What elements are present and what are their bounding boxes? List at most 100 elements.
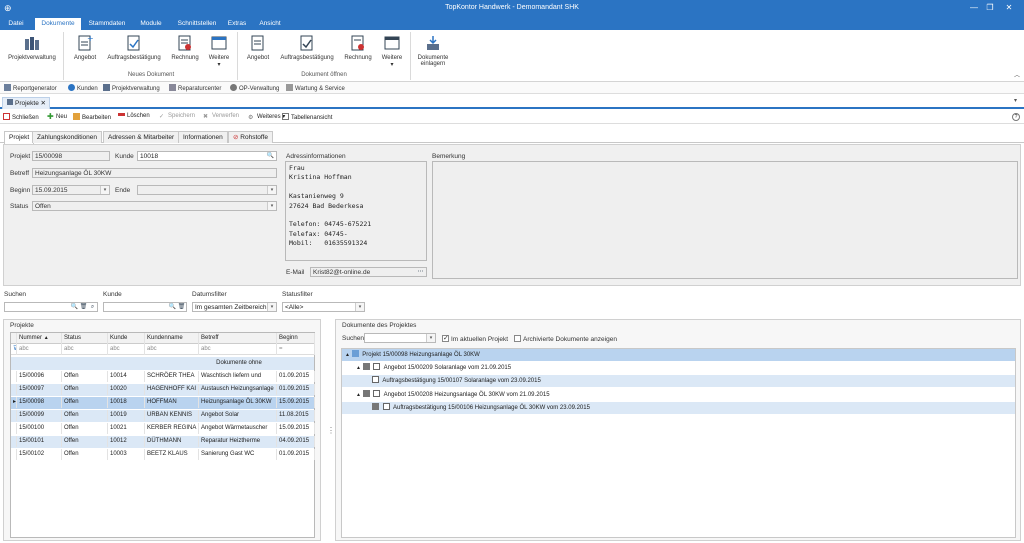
search-icon[interactable]: 🔍: [168, 303, 177, 311]
col-kundenname[interactable]: Kundenname: [145, 333, 199, 344]
beginn-field[interactable]: 15.09.2015 ▾: [32, 185, 110, 195]
new-rechnung-button[interactable]: Rechnung: [167, 34, 203, 61]
tab-extras[interactable]: Extras: [224, 18, 250, 30]
quick-kunden[interactable]: Kunden: [68, 84, 98, 92]
kunde-filter-input[interactable]: 🔍 🗑: [103, 302, 187, 312]
tab-projekte[interactable]: Projekte ✕: [2, 97, 50, 109]
filter-cell[interactable]: abc: [62, 344, 108, 355]
quick-reparaturcenter[interactable]: Reparaturcenter: [169, 84, 221, 92]
chevron-down-icon[interactable]: ▾: [267, 303, 276, 311]
collapse-icon[interactable]: ▲: [356, 365, 361, 371]
tab-module[interactable]: Module: [134, 18, 168, 30]
group-row[interactable]: Dokumente ohne: [11, 357, 314, 370]
neu-button[interactable]: ✚ Neu: [47, 113, 67, 121]
speichern-button[interactable]: ✓ Speichern: [159, 113, 195, 120]
quick-op-verwaltung[interactable]: OP-Verwaltung: [230, 84, 279, 92]
clear-icon[interactable]: 🗑: [79, 303, 88, 311]
minimize-icon[interactable]: —: [967, 2, 981, 14]
col-kunde[interactable]: Kunde: [108, 333, 145, 344]
quick-projektverwaltung[interactable]: Projektverwaltung: [103, 84, 160, 92]
collapse-icon[interactable]: ▲: [356, 392, 361, 398]
tree-node-projekt[interactable]: ▲ Projekt 15/00098 Heizungsanlage ÖL 30K…: [342, 349, 1015, 361]
projektverwaltung-button[interactable]: Projektverwaltung: [4, 34, 60, 61]
col-betreff[interactable]: Betreff: [199, 333, 277, 344]
new-weitere-button[interactable]: Weitere ▾: [205, 34, 233, 68]
tabellenansicht-button[interactable]: Tabellenansicht: [282, 113, 332, 121]
new-auftrag-button[interactable]: Auftragsbestätigung: [104, 34, 164, 61]
table-row[interactable]: 15/00100 Offen 10021 KERBER REGINA Angebot W…: [11, 423, 315, 435]
tab-schnittstellen[interactable]: Schnittstellen: [172, 18, 222, 30]
quick-wartung[interactable]: Wartung & Service: [286, 84, 345, 92]
clear-icon[interactable]: 🗑: [177, 303, 186, 311]
open-angebot-button[interactable]: Angebot: [241, 34, 275, 61]
tab-rohstoffe[interactable]: ⊘ Rohstoffe: [228, 131, 273, 143]
col-beginn[interactable]: Beginn: [277, 333, 315, 344]
weiteres-button[interactable]: ⚙ Weiteres ▾: [248, 113, 285, 121]
filter-cell[interactable]: =: [277, 344, 315, 355]
tab-datei[interactable]: Datei: [2, 18, 30, 30]
table-row[interactable]: ▸ 15/00098 Offen 10018 HOFFMAN Heizungsanlage…: [11, 397, 315, 409]
suchen-filter-input[interactable]: 🔍 🗑 ⌕: [4, 302, 98, 312]
datumsfilter-select[interactable]: Im gesamten Zeitbereich ▾: [192, 302, 277, 312]
splitter-handle[interactable]: ⋮: [327, 426, 335, 435]
close-tab-icon[interactable]: ✕: [41, 98, 46, 109]
tree-node-auftrag-106[interactable]: Auftragsbestätigung 15/00106 Heizungsanl…: [342, 402, 1015, 414]
chevron-down-icon[interactable]: ▾: [267, 186, 276, 194]
col-status[interactable]: Status: [62, 333, 108, 344]
check-aktuell[interactable]: ✓ Im aktuellen Projekt: [442, 335, 508, 343]
doc-search-select[interactable]: ▾: [364, 333, 436, 343]
tab-stammdaten[interactable]: Stammdaten: [84, 18, 130, 30]
bearbeiten-button[interactable]: Bearbeiten: [73, 113, 111, 121]
open-weitere-button[interactable]: Weitere ▾: [378, 34, 406, 68]
verwerfen-button[interactable]: ✖ Verwerfen: [203, 113, 239, 120]
check-archiv[interactable]: Archivierte Dokumente anzeigen: [514, 335, 617, 343]
loeschen-button[interactable]: Löschen: [118, 113, 150, 119]
schliessen-button[interactable]: Schließen: [3, 113, 39, 121]
checkbox-checked[interactable]: ✓: [442, 335, 449, 342]
tree-node-angebot-208[interactable]: ▲ Angebot 15/00208 Heizungsanlage ÖL 30K…: [342, 389, 1015, 401]
filter-cell[interactable]: abc: [17, 344, 62, 355]
tabs-dropdown-icon[interactable]: ▾: [1014, 97, 1017, 104]
maximize-icon[interactable]: ❐: [983, 2, 997, 14]
collapse-ribbon-icon[interactable]: ︿: [1014, 70, 1020, 79]
tab-ansicht[interactable]: Ansicht: [254, 18, 286, 30]
table-row[interactable]: 15/00102 Offen 10003 BEETZ KLAUS Sanierung G…: [11, 449, 315, 461]
filter-cell[interactable]: abc: [145, 344, 199, 355]
filter-cell[interactable]: abc: [108, 344, 145, 355]
collapse-icon[interactable]: ▲: [345, 352, 350, 358]
tab-projekt[interactable]: Projekt: [4, 131, 35, 144]
tree-node-angebot-209[interactable]: ▲ Angebot 15/00209 Solaranlage vom 21.09…: [342, 362, 1015, 374]
tree-node-auftrag-107[interactable]: Auftragsbestätigung 15/00107 Solaranlage…: [342, 375, 1015, 387]
table-row[interactable]: 15/00099 Offen 10019 URBAN KENNIS Angebot So…: [11, 410, 315, 422]
kunde-field[interactable]: 10018 🔍: [137, 151, 277, 161]
table-row[interactable]: 15/00101 Offen 10012 DÜTHMANN Reparatur Heiz…: [11, 436, 315, 448]
betreff-field[interactable]: Heizungsanlage ÖL 30KW: [32, 168, 277, 178]
tab-adressen[interactable]: Adressen & Mitarbeiter: [103, 131, 180, 143]
quick-reportgenerator[interactable]: Reportgenerator: [4, 84, 57, 92]
bemerkung-field[interactable]: [432, 161, 1018, 279]
more-icon[interactable]: ⋯: [416, 268, 425, 276]
open-rechnung-button[interactable]: Rechnung: [340, 34, 376, 61]
status-field[interactable]: Offen ▾: [32, 201, 277, 211]
search-icon[interactable]: 🔍: [70, 303, 79, 311]
search-icon[interactable]: 🔍: [266, 152, 275, 160]
chevron-down-icon[interactable]: ▾: [426, 334, 435, 342]
col-nummer[interactable]: Nummer ▲: [17, 333, 62, 344]
chevron-down-icon[interactable]: ▾: [267, 202, 276, 210]
filter-cell[interactable]: abc: [199, 344, 277, 355]
chevron-down-icon[interactable]: ▾: [100, 186, 109, 194]
tab-informationen[interactable]: Informationen: [178, 131, 228, 143]
open-auftrag-button[interactable]: Auftragsbestätigung: [277, 34, 337, 61]
close-icon[interactable]: ✕: [1002, 2, 1016, 14]
tab-dokumente[interactable]: Dokumente: [35, 18, 81, 30]
table-row[interactable]: 15/00097 Offen 10020 HAGENHOFF KAI Austausch…: [11, 384, 315, 396]
help-icon[interactable]: ?: [1012, 113, 1020, 121]
new-angebot-button[interactable]: + Angebot: [68, 34, 102, 61]
chevron-down-icon[interactable]: ▾: [355, 303, 364, 311]
tab-zahlungskonditionen[interactable]: Zahlungskonditionen: [32, 131, 102, 143]
advanced-search-icon[interactable]: ⌕: [88, 303, 97, 311]
table-row[interactable]: 15/00096 Offen 10014 SCHRÖER THEA Waschtisch…: [11, 371, 315, 383]
ende-field[interactable]: ▾: [137, 185, 277, 195]
checkbox-unchecked[interactable]: [514, 335, 521, 342]
email-field[interactable]: Krist82@t-online.de ⋯: [310, 267, 427, 277]
